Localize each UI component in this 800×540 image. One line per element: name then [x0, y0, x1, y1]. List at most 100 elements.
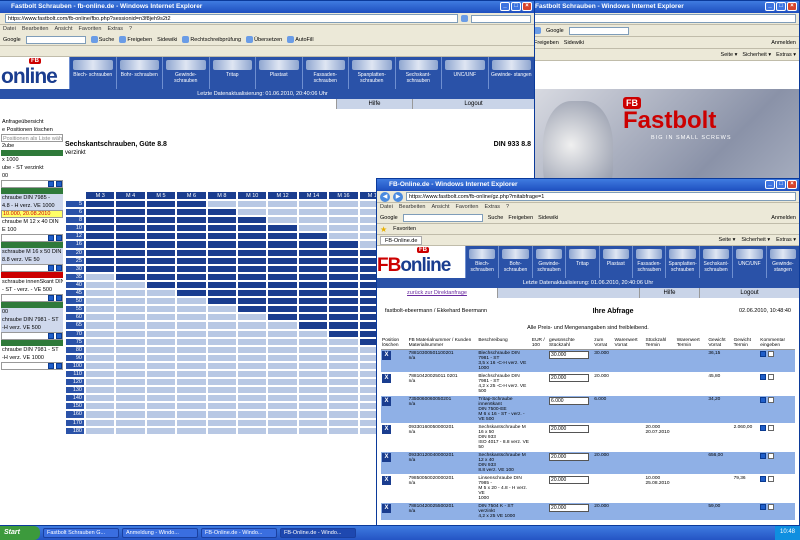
grid-cell[interactable] — [176, 305, 207, 314]
comment-toggle[interactable] — [768, 425, 775, 431]
grid-cell[interactable] — [85, 361, 116, 370]
grid-cell[interactable] — [297, 264, 329, 273]
menu-page[interactable]: Seite ▾ — [719, 237, 736, 243]
grid-cell[interactable] — [237, 280, 268, 290]
grid-cell[interactable] — [145, 353, 177, 362]
grid-cell[interactable] — [115, 297, 146, 306]
grid-cell[interactable] — [145, 329, 177, 338]
comment-checkbox[interactable] — [760, 425, 767, 431]
grid-cell[interactable] — [115, 289, 146, 298]
grid-cell[interactable] — [297, 402, 329, 411]
grid-cell[interactable] — [115, 280, 146, 290]
google-search-input[interactable] — [25, 35, 86, 44]
address-bar[interactable]: https://www.fastbolt.com/fb-online/gz.ph… — [406, 192, 796, 201]
sidebar-qty-row[interactable]: 10.000, 20.08.2010 — [1, 210, 63, 218]
grid-cell[interactable] — [206, 216, 238, 225]
grid-cell[interactable] — [297, 386, 329, 395]
grid-cell[interactable] — [267, 426, 298, 435]
grid-cell[interactable] — [328, 224, 359, 233]
grid-cell[interactable] — [115, 232, 146, 241]
sidebar-request-overview[interactable]: Anfrageübersicht — [1, 118, 63, 126]
grid-cell[interactable] — [115, 224, 146, 233]
taskbar-item[interactable]: Anmeldung - Windo... — [122, 528, 198, 538]
grid-cell[interactable] — [145, 345, 177, 354]
grid-cell[interactable] — [297, 426, 329, 435]
grid-cell[interactable] — [267, 248, 298, 257]
grid-cell[interactable] — [206, 232, 238, 241]
grid-cell[interactable] — [328, 256, 359, 265]
grid-cell[interactable] — [237, 297, 268, 306]
grid-cell[interactable] — [328, 248, 359, 257]
category-1[interactable]: Bohr- schrauben — [115, 57, 162, 89]
grid-cell[interactable] — [267, 410, 298, 419]
grid-cell[interactable] — [176, 272, 207, 281]
grid-cell[interactable] — [85, 216, 116, 225]
grid-cell[interactable] — [237, 378, 268, 387]
grid-cell[interactable] — [145, 394, 177, 403]
category-8[interactable]: UNC/UNF — [441, 57, 488, 89]
menu-favorites[interactable]: Favoriten — [79, 26, 102, 33]
grid-cell[interactable] — [176, 280, 207, 290]
menu-favorites[interactable]: Favoriten — [456, 204, 479, 211]
grid-cell[interactable] — [145, 216, 177, 225]
grid-cell[interactable] — [237, 418, 268, 427]
grid-cell[interactable] — [237, 208, 268, 217]
grid-cell[interactable] — [115, 402, 146, 411]
category-4[interactable]: Plastast — [255, 57, 302, 89]
grid-cell[interactable] — [328, 321, 359, 330]
grid-cell[interactable] — [267, 329, 298, 338]
grid-cell[interactable] — [328, 240, 359, 249]
toolbar-spellcheck[interactable]: Rechtschreibprüfung — [182, 36, 241, 43]
category-4[interactable]: Plastast — [598, 246, 633, 278]
grid-cell[interactable] — [237, 386, 268, 395]
grid-cell[interactable] — [176, 369, 207, 379]
grid-cell[interactable] — [297, 305, 329, 314]
grid-cell[interactable] — [237, 256, 268, 265]
favorites-star-icon[interactable]: ★ — [380, 225, 387, 234]
grid-cell[interactable] — [206, 418, 238, 427]
grid-cell[interactable] — [267, 369, 298, 379]
grid-cell[interactable] — [237, 305, 268, 314]
grid-cell[interactable] — [115, 329, 146, 338]
grid-cell[interactable] — [115, 378, 146, 387]
comment-checkbox[interactable] — [760, 476, 767, 482]
grid-cell[interactable] — [176, 329, 207, 338]
grid-cell[interactable] — [206, 337, 238, 346]
grid-cell[interactable] — [145, 305, 177, 314]
grid-cell[interactable] — [206, 297, 238, 306]
grid-cell[interactable] — [115, 410, 146, 419]
forward-arrow-icon[interactable]: ▶ — [393, 191, 403, 202]
grid-cell[interactable] — [85, 410, 116, 419]
grid-cell[interactable] — [145, 232, 177, 241]
grid-cell[interactable] — [206, 208, 238, 217]
grid-cell[interactable] — [85, 321, 116, 330]
menu-help[interactable]: ? — [506, 204, 509, 211]
close-button[interactable]: × — [787, 2, 797, 11]
grid-cell[interactable] — [85, 426, 116, 435]
grid-cell[interactable] — [115, 361, 146, 370]
toolbar-share[interactable]: Freigeben — [534, 40, 559, 46]
category-9[interactable]: Gewinde- stangen — [765, 246, 799, 278]
grid-cell[interactable] — [237, 224, 268, 233]
grid-cell[interactable] — [115, 321, 146, 330]
grid-cell[interactable] — [328, 289, 359, 298]
grid-cell[interactable] — [176, 297, 207, 306]
grid-cell[interactable] — [85, 264, 116, 273]
grid-cell[interactable] — [297, 240, 329, 249]
grid-cell[interactable] — [297, 256, 329, 265]
category-0[interactable]: Blech- schrauben — [69, 57, 116, 89]
grid-cell[interactable] — [115, 386, 146, 395]
grid-cell[interactable] — [176, 321, 207, 330]
grid-cell[interactable] — [237, 272, 268, 281]
quantity-input[interactable]: 6.000 — [549, 397, 590, 405]
grid-cell[interactable] — [237, 248, 268, 257]
grid-cell[interactable] — [297, 289, 329, 298]
grid-cell[interactable] — [297, 378, 329, 387]
menu-extras[interactable]: Extras ▾ — [776, 52, 796, 58]
close-button[interactable]: × — [522, 2, 532, 11]
delete-position-button[interactable]: X — [382, 425, 391, 434]
grid-cell[interactable] — [176, 353, 207, 362]
grid-cell[interactable] — [206, 410, 238, 419]
back-arrow-icon[interactable]: ◀ — [380, 191, 390, 202]
category-5[interactable]: Fassaden- schrauben — [632, 246, 666, 278]
